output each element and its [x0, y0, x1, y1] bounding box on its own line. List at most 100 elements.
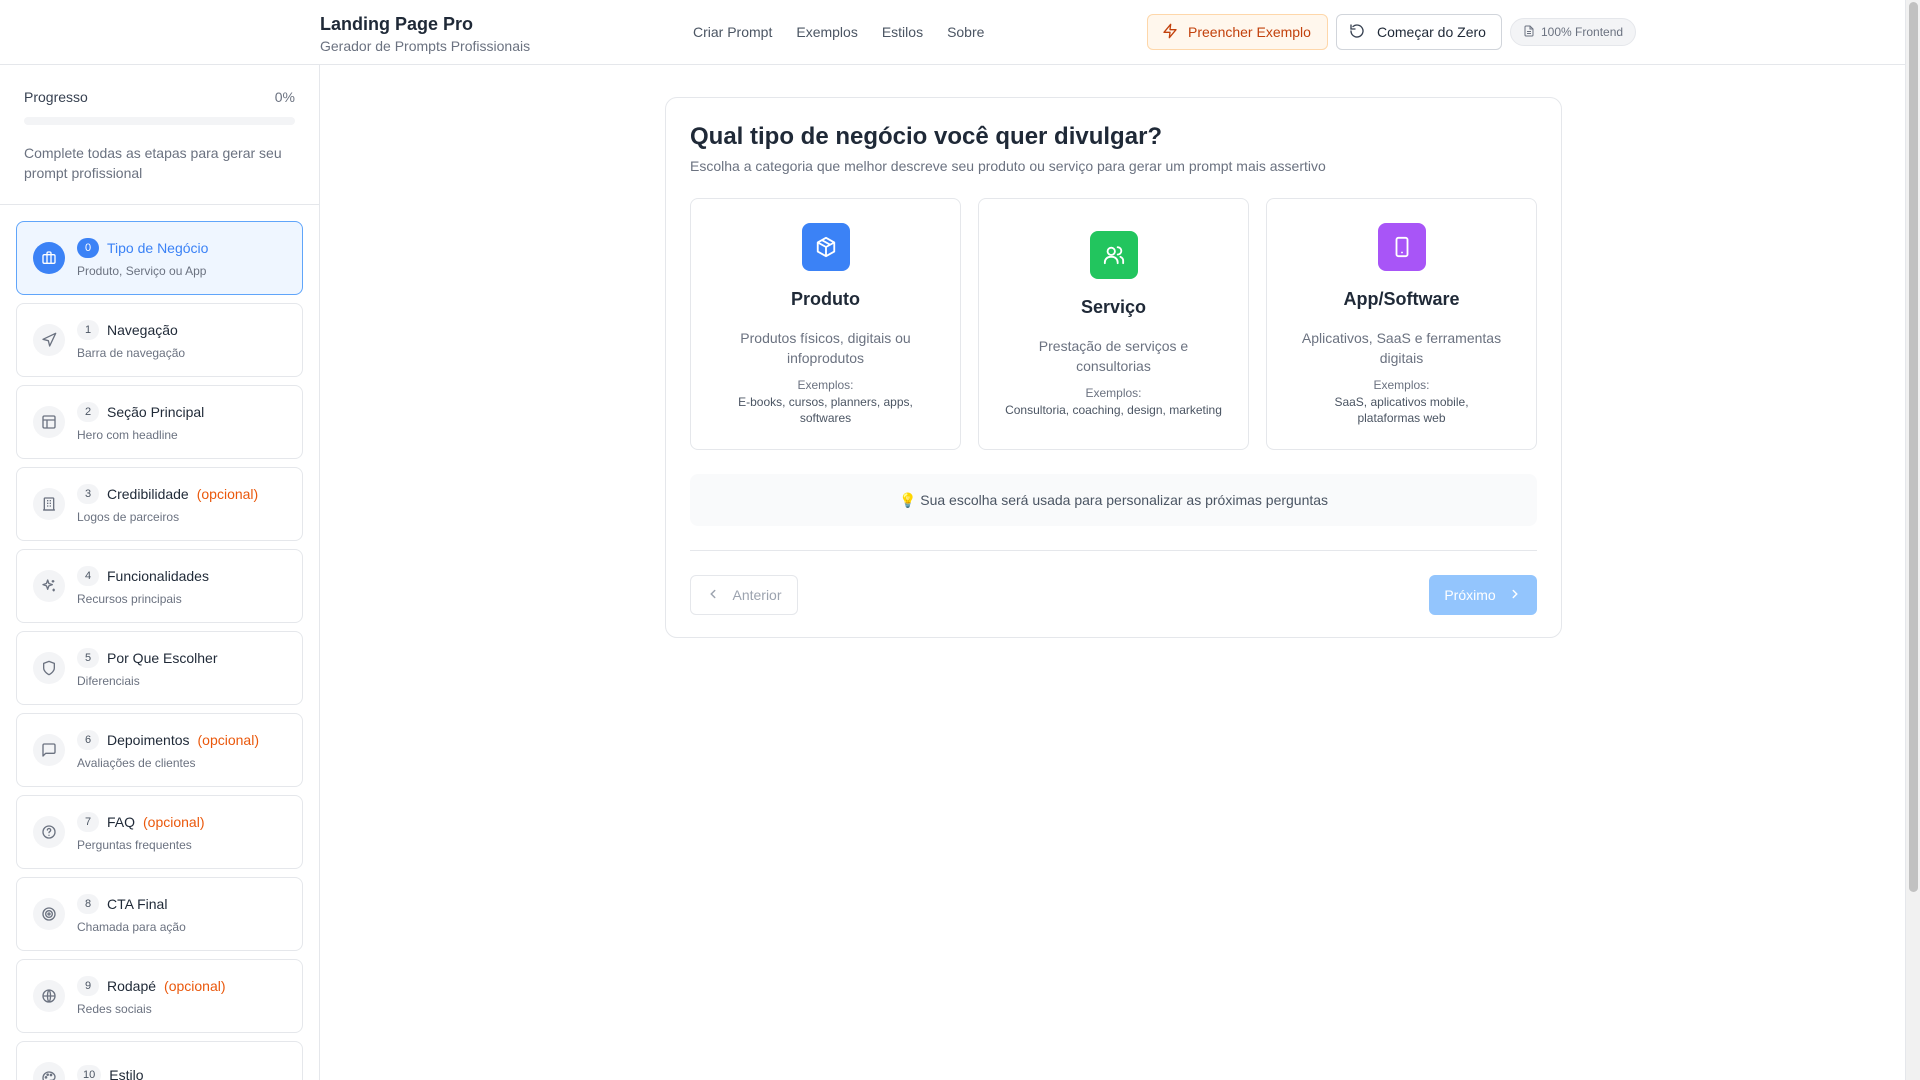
brand[interactable]: Landing Page Pro Gerador de Prompts Prof…	[320, 13, 530, 55]
step-secao-principal[interactable]: 2 Seção Principal Hero com headline	[16, 385, 303, 459]
briefcase-icon	[33, 242, 65, 274]
step-text: 10 Estilo	[77, 1065, 143, 1080]
optional-tag: (opcional)	[143, 814, 205, 830]
package-icon	[801, 223, 850, 271]
progress-percent: 0%	[274, 89, 295, 105]
frontend-badge-label: 100% Frontend	[1541, 25, 1624, 39]
globe-icon	[33, 980, 65, 1012]
step-text: 2 Seção Principal Hero com headline	[77, 402, 204, 442]
step-number: 9	[77, 976, 99, 996]
option-produto[interactable]: Produto Produtos físicos, digitais ou in…	[690, 198, 961, 450]
target-icon	[33, 898, 65, 930]
step-text: 0 Tipo de Negócio Produto, Serviço ou Ap…	[77, 238, 208, 278]
step-text: 9 Rodapé (opcional) Redes sociais	[77, 976, 226, 1016]
progress-label: Progresso	[24, 89, 88, 105]
previous-button[interactable]: Anterior	[690, 575, 798, 615]
message-icon	[33, 734, 65, 766]
next-label: Próximo	[1444, 587, 1496, 603]
step-title: FAQ	[107, 814, 136, 830]
step-title: Funcionalidades	[107, 568, 209, 584]
chevron-right-icon	[1508, 587, 1522, 604]
step-heading: 6 Depoimentos (opcional)	[77, 730, 259, 750]
step-depoimentos[interactable]: 6 Depoimentos (opcional) Avaliações de c…	[16, 713, 303, 787]
step-heading: 10 Estilo	[77, 1065, 143, 1080]
option-title: App/Software	[1343, 289, 1460, 309]
nav-sobre[interactable]: Sobre	[947, 22, 984, 42]
step-title: Por Que Escolher	[107, 650, 218, 666]
step-heading: 7 FAQ (opcional)	[77, 812, 205, 832]
option-examples: E-books, cursos, planners, apps, softwar…	[738, 395, 913, 425]
header-actions: Preencher Exemplo Começar do Zero 100% F…	[1147, 14, 1637, 50]
step-number: 8	[77, 894, 99, 914]
option-examples-label: Exemplos:	[1373, 378, 1430, 392]
nav-criar-prompt[interactable]: Criar Prompt	[693, 22, 772, 42]
nav-exemplos[interactable]: Exemplos	[796, 22, 857, 42]
step-title: Tipo de Negócio	[107, 240, 209, 256]
option-servico[interactable]: Serviço Prestação de serviços e consulto…	[978, 198, 1249, 450]
scrollbar-thumb[interactable]	[1909, 2, 1918, 892]
tip-text: 💡 Sua escolha será usada para personaliz…	[898, 491, 1329, 508]
step-navigation: Anterior Próximo	[690, 575, 1537, 615]
next-button[interactable]: Próximo	[1429, 575, 1537, 615]
step-text: 7 FAQ (opcional) Perguntas frequentes	[77, 812, 205, 852]
step-text: 5 Por Que Escolher Diferenciais	[77, 648, 218, 688]
fill-example-button[interactable]: Preencher Exemplo	[1147, 14, 1328, 50]
progress-header: Progresso 0%	[24, 89, 295, 105]
step-navegacao[interactable]: 1 Navegação Barra de navegação	[16, 303, 303, 377]
step-credibilidade[interactable]: 3 Credibilidade (opcional) Logos de parc…	[16, 467, 303, 541]
start-over-label: Começar do Zero	[1377, 24, 1486, 40]
step-subtitle: Barra de navegação	[77, 346, 186, 360]
step-estilo[interactable]: 10 Estilo	[16, 1041, 303, 1080]
file-icon	[1523, 25, 1535, 40]
step-number: 6	[77, 730, 99, 750]
palette-icon	[33, 1062, 65, 1080]
step-title: Navegação	[107, 322, 178, 338]
step-number: 2	[77, 402, 99, 422]
step-subtitle: Produto, Serviço ou App	[77, 264, 207, 278]
app-title: Landing Page Pro	[320, 14, 474, 34]
step-faq[interactable]: 7 FAQ (opcional) Perguntas frequentes	[16, 795, 303, 869]
option-title: Serviço	[1080, 297, 1147, 317]
zap-icon	[1162, 23, 1178, 42]
step-text: 4 Funcionalidades Recursos principais	[77, 566, 209, 606]
option-examples-label: Exemplos:	[797, 378, 854, 392]
nav-estilos[interactable]: Estilos	[882, 22, 923, 42]
business-type-card: Qual tipo de negócio você quer divulgar?…	[665, 97, 1562, 638]
progress-panel: Progresso 0% Complete todas as etapas pa…	[0, 65, 319, 205]
step-title: Depoimentos	[107, 732, 190, 748]
step-funcionalidades[interactable]: 4 Funcionalidades Recursos principais	[16, 549, 303, 623]
step-heading: 2 Seção Principal	[77, 402, 204, 422]
step-por-que-escolher[interactable]: 5 Por Que Escolher Diferenciais	[16, 631, 303, 705]
step-tipo-de-negocio[interactable]: 0 Tipo de Negócio Produto, Serviço ou Ap…	[16, 221, 303, 295]
frontend-badge: 100% Frontend	[1510, 18, 1637, 46]
step-subtitle: Logos de parceiros	[77, 510, 180, 524]
progress-bar	[24, 117, 295, 125]
page-scrollbar[interactable]	[1905, 0, 1920, 1080]
page-subtitle: Escolha a categoria que melhor descreve …	[690, 158, 1326, 174]
step-title: Credibilidade	[107, 486, 189, 502]
step-cta-final[interactable]: 8 CTA Final Chamada para ação	[16, 877, 303, 951]
option-examples: Consultoria, coaching, design, marketing	[1005, 403, 1222, 417]
option-description: Prestação de serviços e consultorias	[1038, 338, 1189, 374]
start-over-button[interactable]: Começar do Zero	[1336, 14, 1502, 50]
step-subtitle: Perguntas frequentes	[77, 838, 192, 852]
option-examples: SaaS, aplicativos mobile, plataformas we…	[1334, 395, 1469, 425]
option-title: Produto	[791, 289, 860, 309]
step-subtitle: Chamada para ação	[77, 920, 186, 934]
step-title: Estilo	[109, 1067, 144, 1080]
steps-sidebar: Progresso 0% Complete todas as etapas pa…	[0, 65, 320, 1080]
step-heading: 4 Funcionalidades	[77, 566, 209, 586]
option-description: Produtos físicos, digitais ou infoprodut…	[740, 330, 911, 366]
building-icon	[33, 488, 65, 520]
navigation-icon	[33, 324, 65, 356]
step-rodape[interactable]: 9 Rodapé (opcional) Redes sociais	[16, 959, 303, 1033]
step-number: 10	[77, 1065, 102, 1080]
previous-label: Anterior	[732, 587, 782, 603]
page-title: Qual tipo de negócio você quer divulgar?	[690, 123, 1163, 150]
option-app-software[interactable]: App/Software Aplicativos, SaaS e ferrame…	[1266, 198, 1537, 450]
step-subtitle: Redes sociais	[77, 1002, 152, 1016]
app-page: Landing Page Pro Gerador de Prompts Prof…	[0, 0, 1920, 1080]
step-text: 1 Navegação Barra de navegação	[77, 320, 185, 360]
step-number: 1	[77, 320, 99, 340]
step-text: 6 Depoimentos (opcional) Avaliações de c…	[77, 730, 259, 770]
